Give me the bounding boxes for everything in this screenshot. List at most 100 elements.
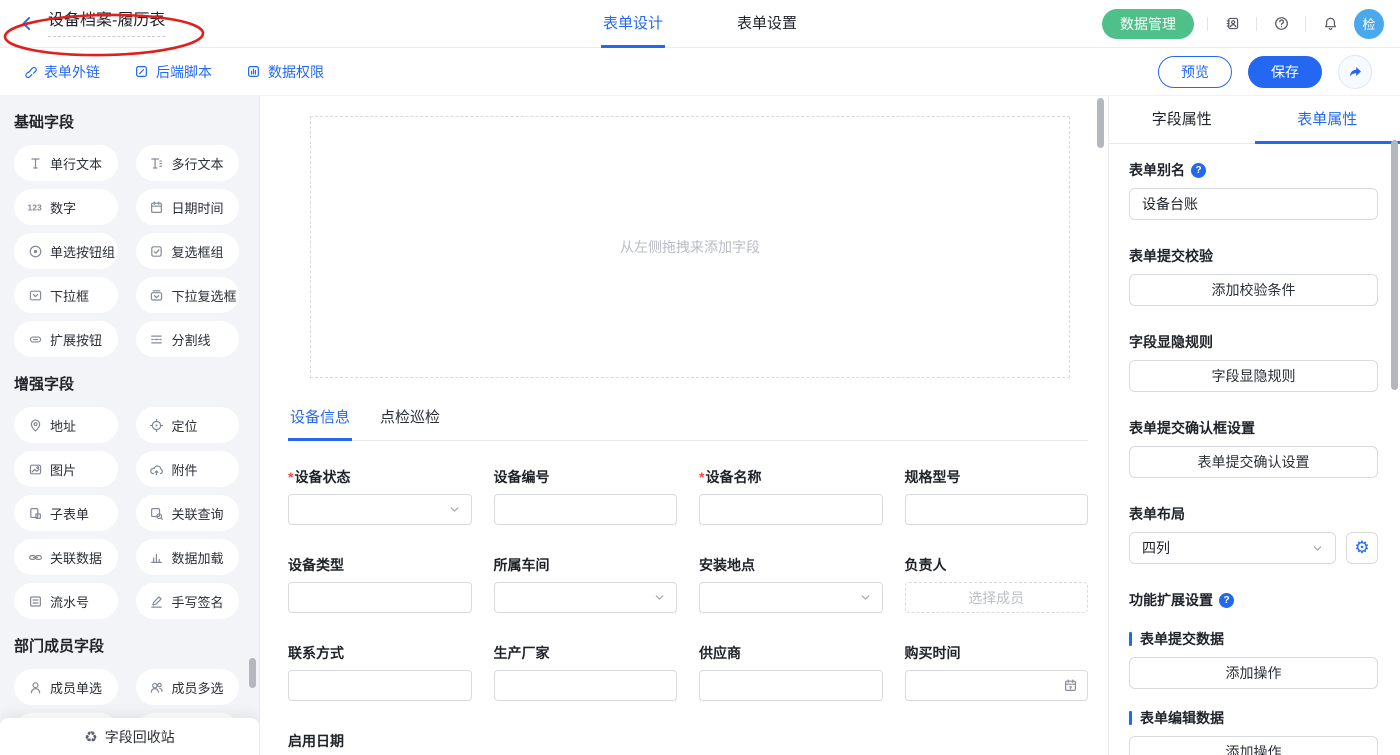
field-item-address[interactable]: 地址 bbox=[14, 407, 118, 443]
selected-value: 四列 bbox=[1142, 538, 1170, 558]
field-item-label: 数字 bbox=[50, 198, 76, 217]
help-icon[interactable] bbox=[1270, 13, 1292, 35]
field-item-image[interactable]: 图片 bbox=[14, 451, 118, 487]
tab-inspection[interactable]: 点检巡检 bbox=[378, 398, 442, 441]
title-area: 设备档案-履历表 bbox=[0, 11, 165, 37]
field-item-select[interactable]: 下拉框 bbox=[14, 277, 118, 313]
submit-confirm-button[interactable]: 表单提交确认设置 bbox=[1129, 446, 1378, 478]
avatar[interactable]: 检 bbox=[1354, 9, 1384, 39]
field-item-multi-line-text[interactable]: 多行文本 bbox=[136, 145, 240, 181]
field-item-location[interactable]: 定位 bbox=[136, 407, 240, 443]
field-item-member-single[interactable]: 成员单选 bbox=[14, 669, 118, 705]
tab-field-properties[interactable]: 字段属性 bbox=[1109, 96, 1255, 144]
purchase-time-date-input[interactable] bbox=[905, 670, 1089, 701]
toolbar-links: 表单外链 后端脚本 数据权限 bbox=[0, 62, 324, 82]
manufacturer-input[interactable] bbox=[494, 670, 678, 701]
required-asterisk: * bbox=[699, 469, 704, 485]
number-icon: 123 bbox=[27, 199, 43, 215]
link-icon bbox=[22, 64, 38, 80]
layout-settings-button[interactable]: ⚙ bbox=[1346, 532, 1378, 564]
field-item-sub-form[interactable]: 子表单 bbox=[14, 495, 118, 531]
contact-input[interactable] bbox=[288, 670, 472, 701]
field-item-serial-number[interactable]: 流水号 bbox=[14, 583, 118, 619]
device-name-input[interactable] bbox=[699, 494, 883, 525]
device-code-input[interactable] bbox=[494, 494, 678, 525]
field-visibility-button[interactable]: 字段显隐规则 bbox=[1129, 360, 1378, 392]
tab-form-settings[interactable]: 表单设置 bbox=[735, 0, 799, 48]
attachment-icon bbox=[149, 461, 165, 477]
field-item-label: 单行文本 bbox=[50, 154, 102, 173]
preview-button[interactable]: 预览 bbox=[1158, 56, 1232, 88]
form-layout-select[interactable]: 四列 bbox=[1129, 532, 1336, 564]
field-item-multi-select[interactable]: 下拉复选框 bbox=[136, 277, 240, 313]
share-button[interactable] bbox=[1338, 55, 1372, 89]
tab-form-design[interactable]: 表单设计 bbox=[601, 0, 665, 48]
divider-icon bbox=[149, 331, 165, 347]
field-label-text: 设备编号 bbox=[494, 467, 550, 487]
canvas-scrollbar[interactable] bbox=[1097, 98, 1104, 148]
device-status-select[interactable] bbox=[288, 494, 472, 525]
back-icon[interactable] bbox=[18, 14, 38, 34]
form-designer-app: 设备档案-履历表 表单设计 表单设置 数据管理 检 表单外链 bbox=[0, 0, 1400, 755]
field-item-label: 手写签名 bbox=[172, 592, 224, 611]
field-item-label: 复选框组 bbox=[172, 242, 224, 261]
field-palette-sidebar: 基础字段单行文本多行文本123数字日期时间单选按钮组复选框组下拉框下拉复选框扩展… bbox=[0, 96, 260, 755]
form-external-link[interactable]: 表单外链 bbox=[22, 62, 100, 82]
properties-scrollbar[interactable] bbox=[1391, 140, 1398, 390]
field-label-text: 设备名称 bbox=[705, 467, 761, 487]
supplier-input[interactable] bbox=[699, 670, 883, 701]
member-multi-icon bbox=[149, 679, 165, 695]
field-dropzone[interactable]: 从左侧拖拽来添加字段 bbox=[310, 116, 1070, 378]
address-book-icon[interactable] bbox=[1221, 13, 1243, 35]
palette-section-title: 增强字段 bbox=[14, 375, 239, 395]
field-item-linked-data[interactable]: 关联数据 bbox=[14, 539, 118, 575]
svg-text:123: 123 bbox=[28, 203, 42, 213]
save-button[interactable]: 保存 bbox=[1248, 56, 1322, 88]
header-tabs: 表单设计 表单设置 bbox=[601, 0, 799, 48]
add-submit-action-button[interactable]: 添加操作 bbox=[1129, 657, 1378, 689]
form-alias-label: 表单别名 bbox=[1129, 160, 1378, 180]
spec-model-input[interactable] bbox=[905, 494, 1089, 525]
sidebar-scrollbar[interactable] bbox=[249, 658, 256, 688]
address-icon bbox=[27, 417, 43, 433]
extend-button-icon bbox=[27, 331, 43, 347]
field-item-attachment[interactable]: 附件 bbox=[136, 451, 240, 487]
field-label-text: 生产厂家 bbox=[494, 643, 550, 663]
field-item-radio-group[interactable]: 单选按钮组 bbox=[14, 233, 118, 269]
field-item-label: 成员单选 bbox=[50, 678, 102, 697]
field-label: 所属车间 bbox=[494, 555, 678, 575]
field-label-text: 安装地点 bbox=[699, 555, 755, 575]
field-item-checkbox-group[interactable]: 复选框组 bbox=[136, 233, 240, 269]
owner-member-picker[interactable]: 选择成员 bbox=[905, 582, 1089, 613]
tab-device-info[interactable]: 设备信息 bbox=[288, 398, 352, 441]
help-icon[interactable] bbox=[1219, 593, 1234, 608]
field-item-datetime[interactable]: 日期时间 bbox=[136, 189, 240, 225]
member-picker-placeholder: 选择成员 bbox=[968, 588, 1024, 608]
install-location-select[interactable] bbox=[699, 582, 883, 613]
field-label: *设备名称 bbox=[699, 467, 883, 487]
field-item-data-load[interactable]: 数据加载 bbox=[136, 539, 240, 575]
help-icon[interactable] bbox=[1191, 163, 1206, 178]
tab-form-properties[interactable]: 表单属性 bbox=[1255, 96, 1400, 144]
backend-script-link[interactable]: 后端脚本 bbox=[134, 62, 212, 82]
field-item-number[interactable]: 123 数字 bbox=[14, 189, 118, 225]
data-permission-link[interactable]: 数据权限 bbox=[246, 62, 324, 82]
device-type-input[interactable] bbox=[288, 582, 472, 613]
field-item-divider[interactable]: 分割线 bbox=[136, 321, 240, 357]
add-validation-button[interactable]: 添加校验条件 bbox=[1129, 274, 1378, 306]
field-item-signature[interactable]: 手写签名 bbox=[136, 583, 240, 619]
field-item-member-multi[interactable]: 成员多选 bbox=[136, 669, 240, 705]
data-manage-button[interactable]: 数据管理 bbox=[1102, 9, 1194, 39]
add-edit-action-button[interactable]: 添加操作 bbox=[1129, 736, 1378, 755]
field-item-label: 多行文本 bbox=[172, 154, 224, 173]
bell-icon[interactable] bbox=[1319, 13, 1341, 35]
field-item-linked-query[interactable]: 关联查询 bbox=[136, 495, 240, 531]
field-item-extend-button[interactable]: 扩展按钮 bbox=[14, 321, 118, 357]
field-recycle-bin[interactable]: ♻ 字段回收站 bbox=[0, 718, 259, 755]
field-label: 启用日期 bbox=[288, 731, 472, 751]
field-item-single-line-text[interactable]: 单行文本 bbox=[14, 145, 118, 181]
form-edit-data-label: 表单编辑数据 bbox=[1129, 708, 1378, 728]
form-alias-input[interactable] bbox=[1129, 188, 1378, 220]
workshop-select[interactable] bbox=[494, 582, 678, 613]
serial-number-icon bbox=[27, 593, 43, 609]
